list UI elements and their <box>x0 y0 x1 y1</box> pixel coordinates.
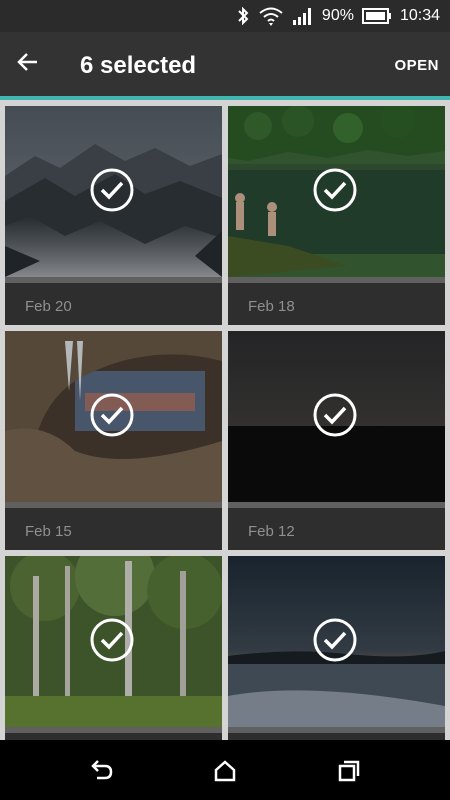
status-bar: 90% 10:34 <box>0 0 450 32</box>
card-divider <box>228 277 445 283</box>
open-button[interactable]: OPEN <box>394 57 439 74</box>
signal-icon <box>292 6 314 26</box>
photo-date: Feb 20 <box>25 298 72 315</box>
card-divider <box>228 727 445 733</box>
recents-icon[interactable] <box>336 758 362 784</box>
check-circle-icon <box>313 618 357 662</box>
card-divider <box>228 502 445 508</box>
photo-date: Feb 15 <box>25 523 72 540</box>
arrow-left-icon <box>17 51 39 78</box>
bluetooth-icon <box>236 6 250 26</box>
back-icon[interactable] <box>88 758 114 784</box>
photo-card[interactable]: Feb 15 <box>5 331 222 550</box>
selection-count-title: 6 selected <box>80 52 197 79</box>
home-icon[interactable] <box>212 758 238 784</box>
clock: 10:34 <box>399 7 440 24</box>
photo-card[interactable] <box>5 556 222 740</box>
photo-card[interactable]: Feb 18 <box>228 106 445 325</box>
photo-grid[interactable]: Feb 20 Feb 18 Feb 15 Feb 12 <box>0 100 450 740</box>
photo-date: Feb 12 <box>248 523 295 540</box>
photo-card[interactable]: Feb 12 <box>228 331 445 550</box>
battery-percent: 90% <box>321 7 354 24</box>
card-divider <box>5 727 222 733</box>
check-circle-icon <box>90 393 134 437</box>
back-button[interactable] <box>10 46 46 82</box>
navigation-bar <box>0 740 450 800</box>
photo-card[interactable] <box>228 556 445 740</box>
check-circle-icon <box>90 618 134 662</box>
card-divider <box>5 277 222 283</box>
check-circle-icon <box>313 168 357 212</box>
photo-date: Feb 18 <box>248 298 295 315</box>
battery-icon <box>361 7 392 25</box>
card-divider <box>5 502 222 508</box>
check-circle-icon <box>90 168 134 212</box>
photo-card[interactable]: Feb 20 <box>5 106 222 325</box>
app-bar: 6 selected OPEN <box>0 32 450 100</box>
wifi-icon <box>258 5 284 27</box>
check-circle-icon <box>313 393 357 437</box>
